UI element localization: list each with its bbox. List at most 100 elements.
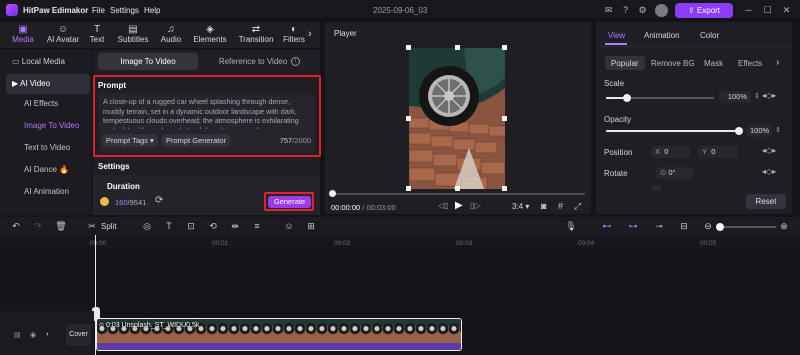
aspect-ratio-dropdown[interactable]: 3:4 ▾: [512, 202, 529, 211]
link-icon[interactable]: ⊷: [601, 220, 613, 232]
flip-control[interactable]: [652, 185, 662, 190]
tab-audio[interactable]: ♫ Audio: [156, 24, 186, 44]
avatar[interactable]: [655, 4, 668, 17]
export-button[interactable]: ⇪ Export: [675, 3, 733, 18]
minimize-icon[interactable]: ─: [743, 5, 754, 16]
help-icon[interactable]: ?: [620, 5, 631, 16]
resize-handle-tr[interactable]: [502, 45, 507, 50]
playback-track[interactable]: [331, 193, 585, 195]
opacity-knob[interactable]: [735, 127, 743, 135]
maximize-icon[interactable]: ☐: [762, 5, 773, 16]
scale-value[interactable]: 100%: [719, 91, 751, 103]
chevron-right-icon[interactable]: ›: [776, 57, 779, 68]
tab-view[interactable]: View: [608, 31, 625, 40]
video-preview[interactable]: [409, 48, 505, 189]
crop-icon[interactable]: ⊡: [185, 220, 197, 232]
menu-settings[interactable]: Settings: [110, 6, 139, 15]
zoom-knob[interactable]: [716, 223, 724, 231]
resize-handle-bl[interactable]: [406, 186, 411, 191]
ai-face-icon[interactable]: ☺: [283, 220, 295, 232]
subtab-remove-bg[interactable]: Remove BG: [651, 59, 695, 68]
prompt-generator-button[interactable]: Prompt Generator: [162, 134, 231, 147]
timeline-ruler[interactable]: [0, 235, 800, 249]
tab-subtitles[interactable]: ▤ Subtitles: [113, 24, 153, 44]
reset-button[interactable]: Reset: [746, 194, 786, 209]
video-clip[interactable]: 0:03 Unsplash_ST_WIDU0.5k ⊙: [96, 318, 462, 351]
mode-tab-reference-to-video[interactable]: Reference to Video: [203, 53, 303, 70]
microphone-icon[interactable]: 🎙: [565, 220, 577, 232]
menu-file[interactable]: File: [92, 6, 105, 15]
menu-help[interactable]: Help: [144, 6, 160, 15]
stepper-icon[interactable]: ⇕: [775, 126, 781, 134]
tab-text[interactable]: T Text: [86, 24, 108, 44]
fit-icon[interactable]: ⊟: [678, 220, 690, 232]
feedback-icon[interactable]: ✉: [603, 5, 614, 16]
resize-handle-mr[interactable]: [502, 116, 507, 121]
zoom-out-icon[interactable]: ⊖: [702, 220, 714, 232]
prompt-input[interactable]: A close-up of a rugged car wheel splashi…: [99, 93, 315, 153]
fullscreen-icon[interactable]: ⤢: [574, 201, 581, 212]
subtab-effects[interactable]: Effects: [738, 59, 762, 68]
tab-media[interactable]: ▣ Media: [8, 24, 38, 44]
zoom-track[interactable]: [716, 226, 776, 228]
stepper-icon[interactable]: ⇕: [754, 92, 760, 100]
split-label[interactable]: Split: [101, 222, 117, 231]
delete-icon[interactable]: 🗑: [55, 220, 67, 232]
generate-button[interactable]: Generate: [268, 196, 311, 208]
tab-animation[interactable]: Animation: [644, 31, 680, 40]
sidebar-item-image-to-video[interactable]: Image To Video: [0, 116, 92, 136]
chevron-right-icon[interactable]: ›: [308, 28, 312, 40]
keyframe-icon[interactable]: ◂◇▸: [762, 167, 776, 176]
prev-frame-icon[interactable]: ◁▯: [438, 201, 449, 210]
prompt-text[interactable]: A close-up of a rugged car wheel splashi…: [103, 97, 311, 129]
keyframe-icon[interactable]: ◂◇▸: [762, 91, 776, 100]
tab-ai-avatar[interactable]: ☺ AI Avatar: [42, 24, 84, 44]
magnet-icon[interactable]: ⊶: [627, 220, 639, 232]
resize-handle-tl[interactable]: [406, 45, 411, 50]
text-tool-icon[interactable]: T: [163, 220, 175, 232]
pos-y-field[interactable]: Y 0: [698, 146, 738, 158]
keyframe-icon[interactable]: ◂◇▸: [762, 146, 776, 155]
snap-icon[interactable]: ⊸: [653, 220, 665, 232]
resize-handle-bc[interactable]: [455, 186, 460, 191]
sidebar-item-text-to-video[interactable]: Text to Video: [0, 138, 92, 158]
cover-button[interactable]: Cover: [66, 324, 91, 346]
export-frame-icon[interactable]: ⊞: [305, 220, 317, 232]
adjust-icon[interactable]: ≡: [251, 220, 263, 232]
play-icon[interactable]: ▶: [455, 200, 463, 211]
prompt-tags-dropdown[interactable]: Prompt Tags ▾: [102, 134, 158, 147]
sidebar-item-ai-effects[interactable]: AI Effects: [0, 94, 92, 114]
info-icon[interactable]: i: [291, 57, 300, 66]
rotate-tool-icon[interactable]: ⟲: [207, 220, 219, 232]
subtab-popular[interactable]: Popular: [611, 59, 639, 68]
mirror-icon[interactable]: ⇹: [229, 220, 241, 232]
undo-icon[interactable]: ↶: [10, 220, 22, 232]
sidebar-item-ai-video[interactable]: ▶ AI Video: [6, 74, 90, 94]
split-icon[interactable]: ✂: [86, 220, 98, 232]
pos-x-field[interactable]: X 0: [651, 146, 691, 158]
subtab-mask[interactable]: Mask: [704, 59, 723, 68]
close-icon[interactable]: ✕: [781, 5, 792, 16]
track-visibility-icon[interactable]: ◉: [30, 331, 36, 339]
tab-elements[interactable]: ◈ Elements: [190, 24, 230, 44]
resize-handle-br[interactable]: [502, 186, 507, 191]
refresh-icon[interactable]: ⟳: [155, 195, 163, 206]
grid-icon[interactable]: #: [558, 201, 563, 211]
redo-icon[interactable]: ↷: [32, 220, 44, 232]
mask-icon[interactable]: ◎: [141, 220, 153, 232]
snapshot-icon[interactable]: ◙: [541, 201, 546, 211]
resize-handle-tc[interactable]: [455, 45, 460, 50]
tab-transition[interactable]: ⇄ Transition: [234, 24, 278, 44]
tab-color[interactable]: Color: [700, 31, 719, 40]
opacity-value[interactable]: 100%: [746, 125, 772, 137]
settings-icon[interactable]: ⚙: [637, 5, 648, 16]
sidebar-item-ai-animation[interactable]: AI Animation: [0, 182, 92, 202]
rotate-field[interactable]: ⊙ 0°: [656, 167, 694, 179]
sidebar-item-ai-dance[interactable]: AI Dance 🔥: [0, 160, 92, 180]
zoom-in-icon[interactable]: ⊕: [778, 220, 790, 232]
tab-filters[interactable]: ◐ Filters: [281, 24, 307, 44]
mode-tab-image-to-video[interactable]: Image To Video: [98, 53, 198, 70]
sidebar-item-local-media[interactable]: ▭ Local Media: [0, 52, 92, 72]
track-mute-icon[interactable]: ◐: [46, 331, 50, 338]
scale-knob[interactable]: [623, 94, 631, 102]
